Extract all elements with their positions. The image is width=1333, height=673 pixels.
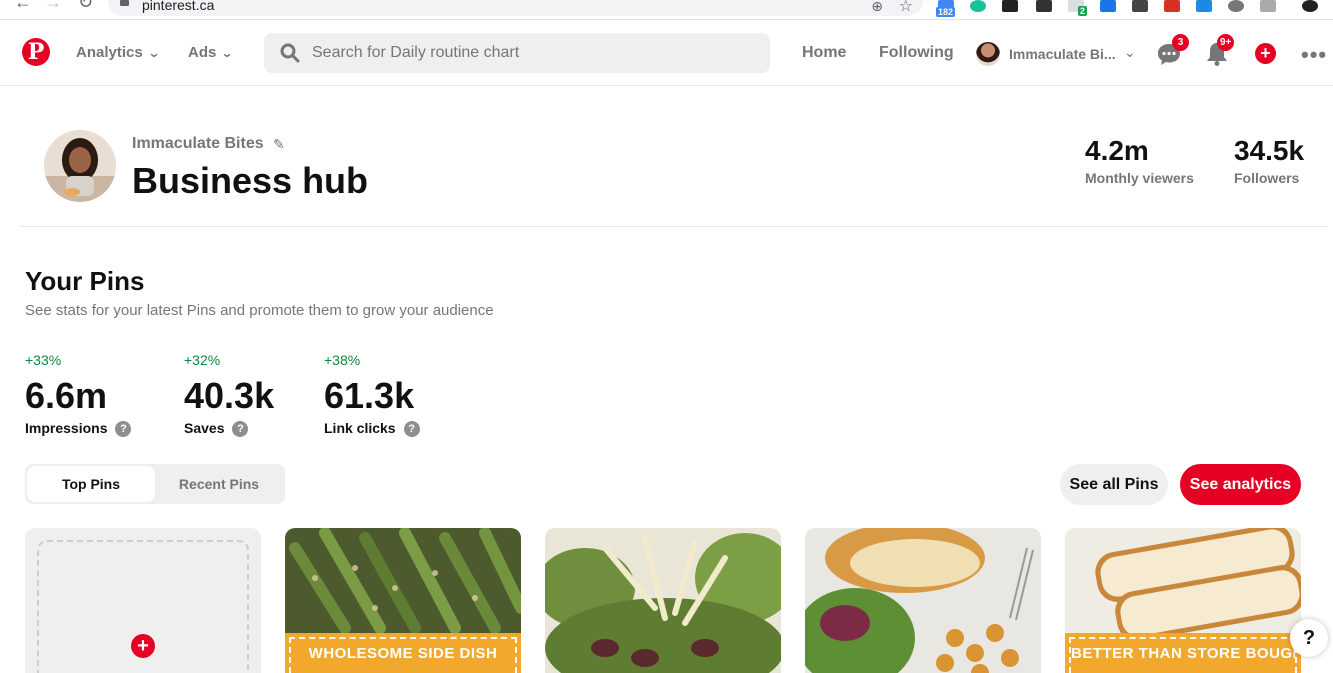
see-all-pins-button[interactable]: See all Pins: [1060, 464, 1168, 505]
help-icon[interactable]: ?: [232, 421, 249, 437]
lock-icon: [120, 0, 129, 6]
section-subtitle: See stats for your latest Pins and promo…: [25, 302, 494, 319]
page-title: Business hub: [132, 160, 369, 201]
ads-menu-label: Ads: [188, 44, 217, 61]
pin-image-salad: [545, 528, 781, 673]
pin-card[interactable]: [805, 528, 1041, 673]
pinterest-logo-icon[interactable]: P: [22, 38, 50, 66]
help-button[interactable]: ?: [1290, 619, 1328, 657]
grid-extension-icon[interactable]: [1164, 0, 1180, 12]
grammarly-extension-icon[interactable]: [970, 0, 986, 12]
link-clicks-label: Link clicks: [324, 420, 396, 436]
chevron-down-icon: ⌄: [1124, 44, 1136, 60]
reload-icon[interactable]: ↻: [78, 0, 93, 13]
followers-label: Followers: [1234, 170, 1300, 186]
zoom-icon[interactable]: ⊕: [871, 0, 883, 15]
chrome-profile-icon[interactable]: [1302, 0, 1318, 12]
link-clicks-metric: Link clicks?: [324, 420, 420, 437]
browser-toolbar: ← → ↻ pinterest.ca ⊕ ☆ 182 2: [0, 0, 1333, 20]
saves-metric: Saves?: [184, 420, 249, 437]
pinterest-extension-icon[interactable]: [1228, 0, 1244, 12]
home-link[interactable]: Home: [802, 44, 846, 62]
saves-value: 40.3k: [184, 375, 275, 416]
back-arrow-icon[interactable]: ←: [14, 0, 32, 13]
more-options-icon[interactable]: •••: [1301, 42, 1327, 68]
search-bar[interactable]: [264, 33, 770, 73]
pin-banner-text: BETTER THAN STORE BOUGHT: [1069, 637, 1297, 673]
create-pin-card[interactable]: +: [25, 528, 261, 673]
pin-image-sandwich: [805, 528, 1041, 673]
m-extension-icon[interactable]: [1036, 0, 1052, 12]
following-link[interactable]: Following: [879, 44, 954, 62]
address-text: pinterest.ca: [142, 0, 215, 13]
download-extension-icon[interactable]: [1132, 0, 1148, 12]
extension-badge: 182: [936, 7, 956, 17]
feather-extension-icon[interactable]: [1196, 0, 1212, 12]
edit-pencil-icon[interactable]: ✎: [273, 136, 285, 153]
ads-menu[interactable]: Ads ⌄: [188, 44, 234, 61]
chevron-down-icon: ⌄: [220, 46, 234, 60]
impressions-value: 6.6m: [25, 375, 108, 416]
pin-card[interactable]: WHOLESOME SIDE DISH: [285, 528, 521, 673]
create-plus-icon[interactable]: +: [1255, 43, 1276, 64]
pin-banner: BETTER THAN STORE BOUGHT: [1065, 633, 1301, 673]
notifications-badge: 9+: [1217, 34, 1235, 51]
messages-badge: 3: [1172, 34, 1189, 51]
account-name: Immaculate Bites: [132, 135, 264, 152]
divider: [20, 226, 1328, 227]
monthly-viewers-value: 4.2m: [1085, 135, 1149, 166]
pin-card[interactable]: BETTER THAN STORE BOUGHT: [1065, 528, 1301, 673]
address-bar[interactable]: pinterest.ca ⊕ ☆: [108, 0, 923, 16]
see-analytics-button[interactable]: See analytics: [1180, 464, 1301, 505]
glasses-extension-icon[interactable]: [1260, 0, 1276, 12]
link-clicks-value: 61.3k: [324, 375, 415, 416]
help-icon[interactable]: ?: [403, 421, 420, 437]
tab-top-pins[interactable]: Top Pins: [27, 466, 155, 502]
top-nav: P Analytics⌄ Ads⌄ Home Following Immacul…: [0, 21, 1333, 86]
link-clicks-delta: +38%: [324, 352, 361, 368]
plus-icon[interactable]: +: [131, 634, 155, 658]
followers-value: 34.5k: [1234, 135, 1305, 166]
help-icon[interactable]: ?: [115, 421, 132, 437]
impressions-metric: Impressions?: [25, 420, 132, 437]
impressions-label: Impressions: [25, 420, 108, 436]
pin-banner: WHOLESOME SIDE DISH: [285, 633, 521, 673]
pin-banner-text: WHOLESOME SIDE DISH: [289, 637, 517, 673]
section-title: Your Pins: [25, 266, 145, 296]
saves-delta: +32%: [184, 352, 221, 368]
monthly-viewers-label: Monthly viewers: [1085, 170, 1194, 186]
avatar: [976, 42, 1000, 66]
account-photo: [44, 130, 116, 202]
search-icon: [280, 43, 300, 63]
bookmark-star-icon[interactable]: ☆: [899, 0, 913, 16]
bookmark-extension-icon[interactable]: [1002, 0, 1018, 12]
extension-badge: 2: [1078, 6, 1088, 16]
impressions-delta: +33%: [25, 352, 62, 368]
search-input[interactable]: [312, 33, 752, 73]
analytics-menu[interactable]: Analytics ⌄: [76, 44, 161, 61]
forward-arrow-icon[interactable]: →: [44, 0, 62, 13]
account-avatar[interactable]: [44, 130, 116, 202]
pins-tabs: Top Pins Recent Pins: [25, 464, 285, 504]
s-extension-icon[interactable]: [1100, 0, 1116, 12]
analytics-menu-label: Analytics: [76, 44, 143, 61]
saves-label: Saves: [184, 420, 225, 436]
tab-recent-pins[interactable]: Recent Pins: [155, 466, 283, 502]
chevron-down-icon: ⌄: [147, 46, 161, 60]
profile-name: Immaculate Bi...: [1009, 46, 1116, 62]
pin-card[interactable]: [545, 528, 781, 673]
